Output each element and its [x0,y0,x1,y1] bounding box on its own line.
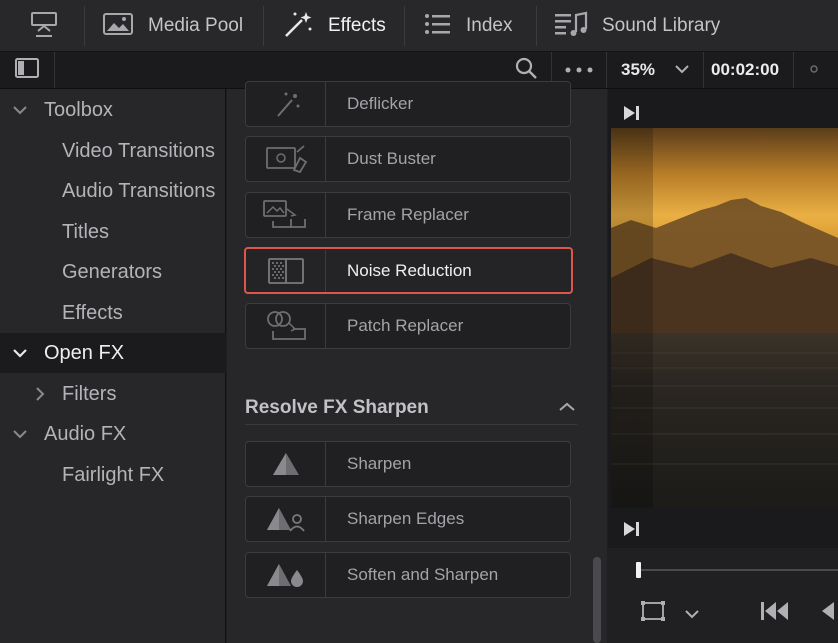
effect-item-patch-replacer[interactable]: Patch Replacer [245,303,571,349]
deflicker-icon [246,82,326,126]
jump-to-end-top-icon[interactable] [622,104,642,127]
dust-buster-icon [246,137,326,181]
transport-controls [608,548,838,643]
effect-item-dust-buster[interactable]: Dust Buster [245,136,571,182]
sidebar-toggle-icon [14,57,40,84]
more-dots-icon [564,61,594,79]
top-toolbar: Media Pool Effects Index Sound Library [0,0,838,52]
magic-wand-icon [282,9,314,44]
effect-item-frame-replacer[interactable]: Frame Replacer [245,192,571,238]
patch-replacer-icon [246,304,326,348]
chevron-down-icon [675,61,689,79]
effect-item-deflicker[interactable]: Deflicker [245,81,571,127]
soften-sharpen-icon [246,553,326,597]
noise-reduction-icon [246,249,326,292]
sound-library-tab[interactable]: Sound Library [554,0,720,52]
media-pool-label: Media Pool [148,15,244,36]
effect-item-noise-reduction[interactable]: Noise Reduction [244,247,573,294]
tree-item-label: Audio FX [44,422,127,445]
effect-item-soften-and-sharpen[interactable]: Soften and Sharpen [245,552,571,598]
viewer-panel [608,89,838,643]
effect-label: Sharpen Edges [347,509,465,528]
media-pool-tab[interactable]: Media Pool [102,0,243,52]
app-window: Media Pool Effects Index Sound Library 3… [0,0,838,643]
scrubber-track[interactable] [638,569,838,571]
music-note-icon [554,10,588,43]
tree-item-audio-fx[interactable]: Audio FX [0,414,226,454]
tree-item-label: Effects [62,301,123,324]
viewer-image [611,128,838,508]
play-reverse-icon[interactable] [818,600,838,627]
viewer-top-bar [608,89,838,128]
viewer-mode-button[interactable] [640,600,666,627]
viewer-options-button[interactable] [794,52,834,88]
section-title: Resolve FX Sharpen [245,397,429,418]
sharpen-edges-icon [246,497,326,541]
tree-item-label: Generators [62,260,163,283]
tree-item-filters[interactable]: Filters [0,374,226,414]
zoom-dropdown[interactable]: 35% [607,52,703,88]
chevron-down-icon [12,426,28,442]
tree-item-audio-transitions[interactable]: Audio Transitions [0,171,226,211]
list-icon [424,12,452,41]
chevron-right-icon [32,386,48,402]
effect-item-sharpen[interactable]: Sharpen [245,441,571,487]
skip-to-start-icon[interactable] [760,600,790,627]
chevron-up-icon [559,399,575,416]
section-collapse-button[interactable] [559,399,575,417]
tree-item-label: Open FX [44,341,125,364]
tree-item-label: Fairlight FX [62,463,165,486]
jump-to-end-bottom-icon[interactable] [622,520,642,543]
media-pool-icon [102,11,134,42]
viewer-bottom-bar [608,508,838,548]
effect-label: Frame Replacer [347,205,469,224]
effects-tab[interactable]: Effects [282,0,386,52]
effects-library-tree: Toolbox Video Transitions Audio Transiti… [0,89,226,643]
chevron-down-icon[interactable] [685,606,699,624]
effect-item-sharpen-edges[interactable]: Sharpen Edges [245,496,571,542]
effect-label: Soften and Sharpen [347,565,499,584]
section-divider [245,424,577,425]
tree-item-label: Titles [62,220,110,243]
tree-item-generators[interactable]: Generators [0,252,226,292]
tree-item-label: Audio Transitions [62,179,216,202]
effect-label: Patch Replacer [347,316,464,335]
tree-item-toolbox[interactable]: Toolbox [0,90,226,130]
effect-label: Deflicker [347,94,414,113]
dot-icon [809,61,819,79]
list-scrollbar[interactable] [593,557,601,643]
effects-label: Effects [328,15,386,36]
effects-list-panel: Deflicker Dust Buster Frame Replacer Noi… [227,81,607,643]
sound-library-label: Sound Library [602,15,721,36]
tree-item-label: Filters [62,382,117,405]
sharpen-icon [246,442,326,486]
playhead-handle[interactable] [636,562,641,578]
tree-item-fairlight-fx[interactable]: Fairlight FX [0,455,226,495]
tree-item-titles[interactable]: Titles [0,212,226,252]
tree-item-effects[interactable]: Effects [0,293,226,333]
timecode-value: 00:02:00 [711,60,780,79]
toggle-panel-button[interactable] [0,52,54,88]
chevron-down-icon [12,102,28,118]
effect-label: Sharpen [347,454,412,473]
workspace-button[interactable] [28,0,60,52]
zoom-value: 35% [620,60,656,79]
index-tab[interactable]: Index [424,0,512,52]
tree-item-label: Video Transitions [62,139,216,162]
tree-item-label: Toolbox [44,98,113,121]
timecode-display: 00:02:00 [704,52,788,88]
chevron-down-icon [12,345,28,361]
tree-item-open-fx[interactable]: Open FX [0,333,226,373]
tree-item-video-transitions[interactable]: Video Transitions [0,131,226,171]
frame-replacer-icon [246,193,326,237]
effect-label: Noise Reduction [347,260,472,280]
index-label: Index [466,15,513,36]
effect-label: Dust Buster [347,149,436,168]
workspace-icon [28,9,60,44]
